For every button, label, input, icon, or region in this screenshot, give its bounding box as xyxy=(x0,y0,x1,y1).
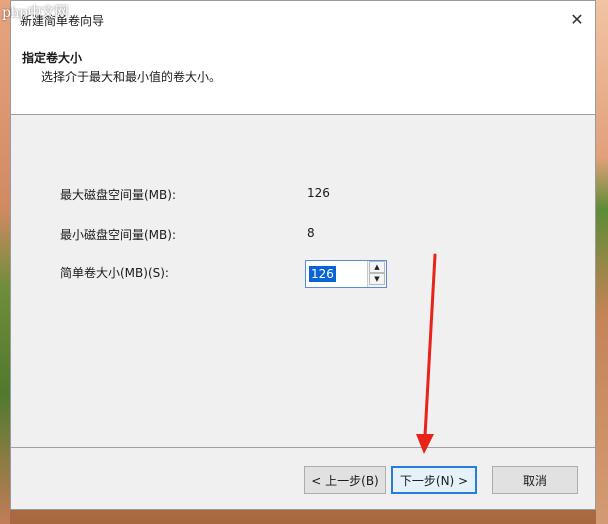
step-title: 指定卷大小 xyxy=(22,51,83,65)
min-size-label: 最小磁盘空间量(MB): xyxy=(60,228,176,242)
volume-size-input[interactable]: 126 xyxy=(309,266,336,282)
spin-up-button[interactable]: ▲ xyxy=(369,261,385,273)
title-bar: 新建简单卷向导 ✕ xyxy=(11,1,595,38)
background-left-strip xyxy=(0,0,10,524)
watermark-logo: php中文网 xyxy=(2,5,68,21)
next-button[interactable]: 下一步(N) > xyxy=(391,466,477,494)
cancel-button[interactable]: 取消 xyxy=(492,466,578,494)
close-icon: ✕ xyxy=(570,10,584,29)
wizard-dialog: 新建简单卷向导 ✕ 指定卷大小 选择介于最大和最小值的卷大小。 最大磁盘空间量(… xyxy=(10,0,596,510)
volume-size-label: 简单卷大小(MB)(S): xyxy=(60,266,169,280)
max-size-label: 最大磁盘空间量(MB): xyxy=(60,188,176,202)
wizard-header: 指定卷大小 选择介于最大和最小值的卷大小。 xyxy=(11,38,595,115)
spin-buttons: ▲ ▼ xyxy=(367,261,386,287)
back-button[interactable]: < 上一步(B) xyxy=(304,466,386,494)
step-subtitle: 选择介于最大和最小值的卷大小。 xyxy=(41,70,222,84)
background-right-strip xyxy=(596,0,608,524)
volume-size-spinbox[interactable]: 126 ▲ ▼ xyxy=(305,260,387,288)
triangle-down-icon: ▼ xyxy=(374,275,380,283)
min-size-value: 8 xyxy=(307,226,315,240)
max-size-value: 126 xyxy=(307,186,330,200)
close-button[interactable]: ✕ xyxy=(559,1,595,38)
spin-down-button[interactable]: ▼ xyxy=(369,273,385,285)
triangle-up-icon: ▲ xyxy=(374,263,380,271)
footer-divider xyxy=(11,447,595,448)
